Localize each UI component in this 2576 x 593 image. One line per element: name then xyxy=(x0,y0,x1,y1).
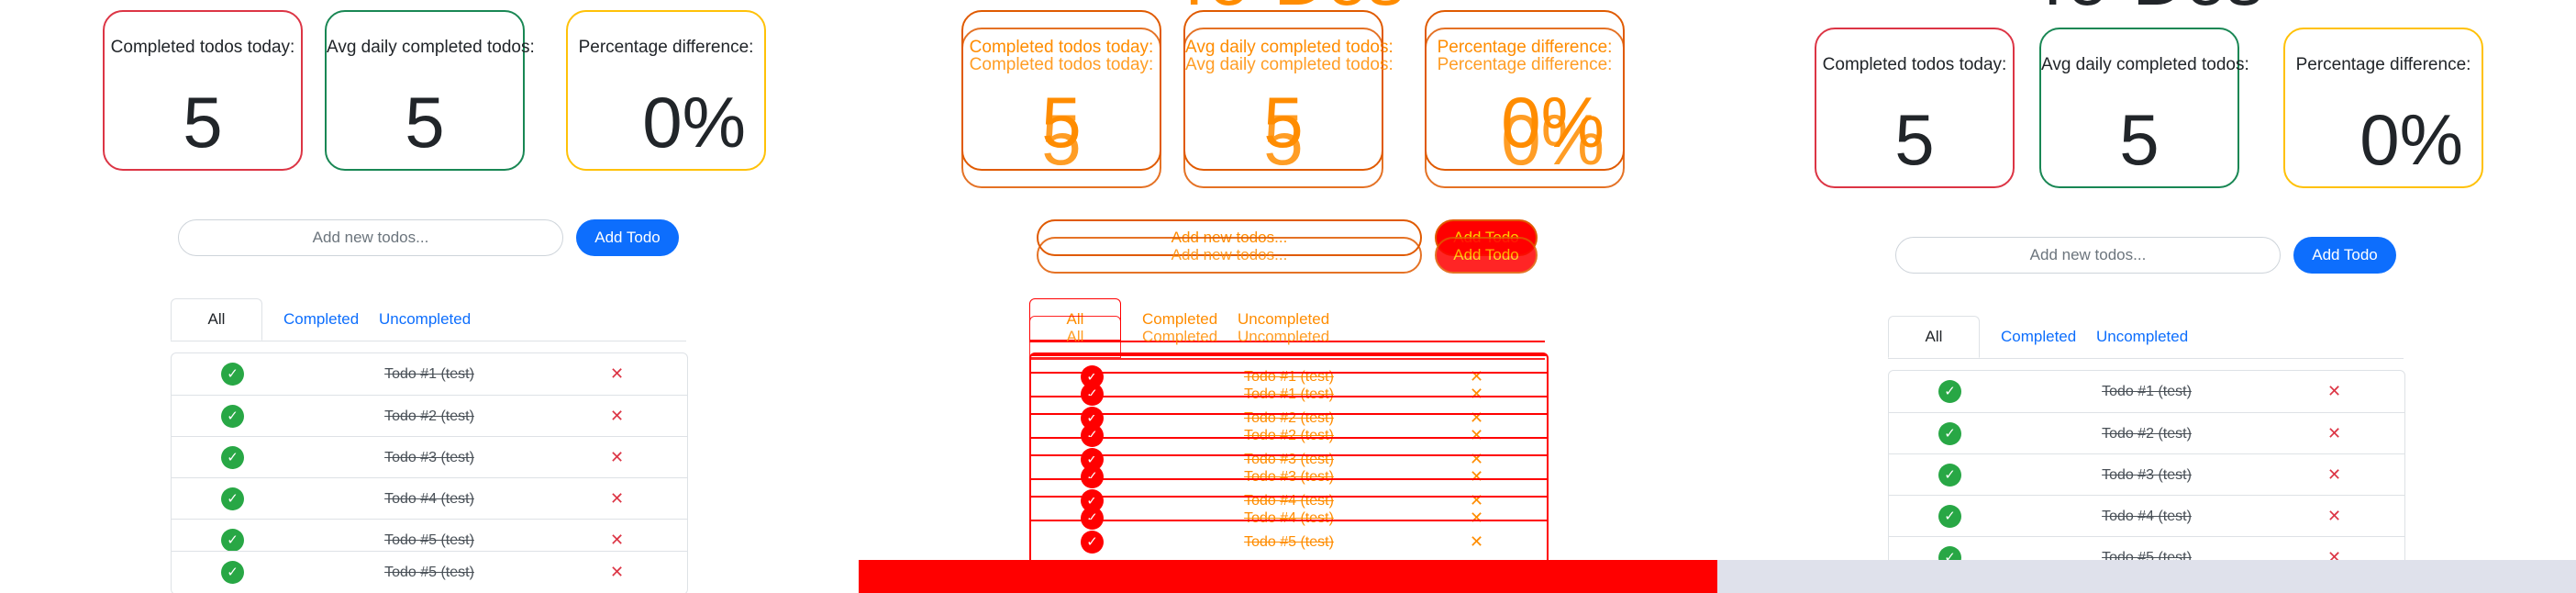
close-icon[interactable]: ✕ xyxy=(610,396,624,437)
todo-row: ✓ Todo #3 (test) ✕ xyxy=(1889,453,2404,495)
todo-row: ✓ Todo #4 (test) ✕ xyxy=(1889,495,2404,536)
filter-tabs: All Completed Uncompleted xyxy=(1888,316,2404,359)
tab-uncompleted[interactable]: Uncompleted xyxy=(359,298,491,341)
avg-daily-card: Avg daily completed todos: 5 xyxy=(2039,28,2249,188)
close-icon[interactable]: ✕ xyxy=(2327,371,2341,412)
avg-daily-label: Avg daily completed todos: xyxy=(1185,38,1393,57)
filter-tabs: All Completed Uncompleted xyxy=(171,298,686,341)
todo-list: ✓ Todo #1 (test) ✕ ✓ Todo #1 (test) ✕ ✓ … xyxy=(1029,352,1549,593)
close-icon[interactable]: ✕ xyxy=(610,552,624,593)
todo-row: ✓ Todo #5 (test) ✕ xyxy=(1031,520,1547,561)
avg-daily-value: 5 xyxy=(2119,99,2160,180)
todo-row: ✓ Todo #1 (test) ✕ xyxy=(172,353,687,395)
percentage-value: 0% xyxy=(642,82,746,162)
completed-today-value: 5 xyxy=(1894,99,1935,180)
add-todo-button[interactable]: Add Todo xyxy=(2293,237,2396,274)
close-icon[interactable]: ✕ xyxy=(2327,413,2341,454)
todo-row: ✓ Todo #3 (test) ✕ xyxy=(172,436,687,477)
completed-today-label: Completed todos today: xyxy=(969,38,1154,57)
percentage-label: Percentage difference: xyxy=(578,38,754,57)
percentage-card: Percentage difference: 0% xyxy=(1425,10,1625,171)
todo-row: ✓ Todo #4 (test) ✕ xyxy=(172,477,687,519)
percentage-value: 0% xyxy=(2359,99,2463,180)
avg-daily-card: Avg daily completed todos: 5 xyxy=(1183,10,1393,171)
close-icon[interactable]: ✕ xyxy=(610,353,624,395)
avg-daily-value: 5 xyxy=(405,82,445,162)
close-icon[interactable]: ✕ xyxy=(610,478,624,520)
tab-uncompleted[interactable]: Uncompleted xyxy=(1217,298,1349,341)
completed-today-card: Completed todos today: 5 xyxy=(961,10,1161,171)
percentage-card: Percentage difference: 0% xyxy=(2283,28,2483,188)
add-todo-button[interactable]: Add Todo xyxy=(1435,219,1538,256)
tab-all[interactable]: All xyxy=(171,298,262,341)
todo-row: ✓ Todo #5 (test) ✕ xyxy=(172,551,687,592)
completed-today-value: 5 xyxy=(183,82,223,162)
add-todo-button[interactable]: Add Todo xyxy=(576,219,679,256)
avg-daily-label: Avg daily completed todos: xyxy=(2041,55,2249,74)
percentage-card: Percentage difference: 0% xyxy=(566,10,766,171)
percentage-label: Percentage difference: xyxy=(1437,38,1613,57)
completed-today-card: Completed todos today: 5 xyxy=(1815,28,2015,188)
completed-today-card: Completed todos today: 5 xyxy=(103,10,303,171)
completed-today-label: Completed todos today: xyxy=(1822,55,2007,74)
todo-row: ✓ Todo #2 (test) ✕ xyxy=(1889,412,2404,453)
highlight-bar xyxy=(859,560,1717,593)
close-icon[interactable]: ✕ xyxy=(2327,454,2341,496)
new-todo-input[interactable] xyxy=(1037,219,1422,256)
percentage-value: 0% xyxy=(1501,82,1604,162)
avg-daily-card: Avg daily completed todos: 5 xyxy=(325,10,535,171)
close-icon[interactable]: ✕ xyxy=(2327,496,2341,537)
new-todo-input[interactable] xyxy=(1895,237,2281,274)
todo-app-view-overlay: To-Dos Completed todos today: 5 Complete… xyxy=(859,0,1717,593)
todo-app-view-right: To-Dos Completed todos today: 5 Avg dail… xyxy=(1717,0,2576,593)
completed-today-value: 5 xyxy=(1041,82,1082,162)
app-title: To-Dos xyxy=(2030,0,2262,17)
completed-today-label: Completed todos today: xyxy=(110,38,295,57)
avg-daily-value: 5 xyxy=(1263,82,1304,162)
close-icon[interactable]: ✕ xyxy=(610,437,624,478)
avg-daily-label: Avg daily completed todos: xyxy=(327,38,535,57)
todo-list: ✓ Todo #1 (test) ✕ ✓ Todo #2 (test) ✕ ✓ … xyxy=(171,352,688,593)
tab-all[interactable]: All xyxy=(1029,298,1121,341)
filter-tabs: All Completed Uncompleted xyxy=(1029,298,1545,342)
tab-all[interactable]: All xyxy=(1888,316,1980,358)
tab-uncompleted[interactable]: Uncompleted xyxy=(2076,316,2208,358)
percentage-label: Percentage difference: xyxy=(2295,55,2471,74)
todo-row: ✓ Todo #1 (test) ✕ xyxy=(1889,371,2404,412)
todo-row: ✓ Todo #2 (test) ✕ xyxy=(172,395,687,436)
close-icon[interactable]: ✕ xyxy=(1470,521,1483,563)
todo-app-view-left: Completed todos today: 5 Avg daily compl… xyxy=(0,0,859,593)
bottom-bar xyxy=(1717,560,2576,593)
new-todo-input[interactable] xyxy=(178,219,563,256)
